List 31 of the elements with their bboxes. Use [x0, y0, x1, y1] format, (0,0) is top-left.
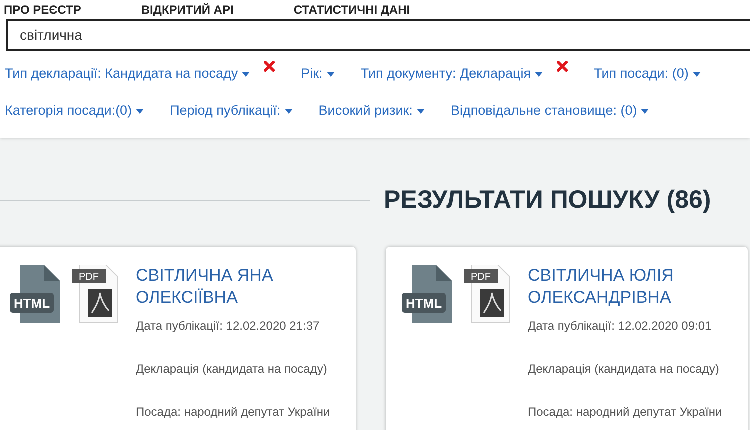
filter-dropdown[interactable]: Високий ризик: [318, 101, 425, 122]
close-icon[interactable] [557, 61, 568, 72]
nav-link[interactable]: СТАТИСТИЧНІ ДАНІ [294, 4, 410, 16]
caret-icon [242, 72, 250, 77]
caret-icon [284, 108, 293, 114]
filter-dropdown[interactable]: Тип декларації: Кандидата на посаду [5, 64, 250, 84]
caret-icon [416, 108, 425, 114]
close-icon[interactable] [264, 61, 276, 72]
position-text: Посада: народний депутат України [136, 404, 332, 421]
nav-link[interactable]: ПРО РЕЄСТР [4, 4, 82, 16]
filter-dropdown[interactable]: Категорія посади:(0) [5, 101, 144, 122]
declaration-type: Декларація (кандидата на посаду) [136, 361, 328, 378]
caret-icon [692, 72, 701, 77]
caret-icon [136, 108, 144, 114]
declaration-type: Декларація (кандидата на посаду) [528, 361, 720, 378]
filter-dropdown[interactable]: Рік: [301, 64, 335, 84]
person-name-link[interactable]: СВІТЛИЧНА ЮЛІЯ ОЛЕКСАНДРІВНА [528, 265, 738, 309]
caret-icon [326, 72, 335, 77]
filter-dropdown[interactable]: Тип посади: (0) [594, 64, 701, 84]
results-heading: РЕЗУЛЬТАТИ ПОШУКУ (86) [384, 184, 712, 216]
position-text: Посада: народний депутат України [528, 404, 724, 421]
caret-icon [641, 108, 650, 114]
filter-dropdown[interactable]: Відповідальне становище: (0) [450, 101, 650, 122]
publication-date: Дата публікації: 12.02.2020 09:01 [528, 318, 713, 335]
person-name-link[interactable]: СВІТЛИЧНА ЯНА ОЛЕКСІЇВНА [136, 265, 346, 309]
nav-link[interactable]: ВІДКРИТИЙ API [141, 4, 234, 16]
caret-icon [535, 72, 544, 77]
search-field[interactable]: світлична [6, 19, 750, 51]
filter-dropdown[interactable]: Період публікації: [170, 101, 293, 122]
publication-date: Дата публікації: 12.02.2020 21:37 [136, 318, 321, 335]
filter-dropdown[interactable]: Тип документу: Декларація [360, 64, 544, 84]
